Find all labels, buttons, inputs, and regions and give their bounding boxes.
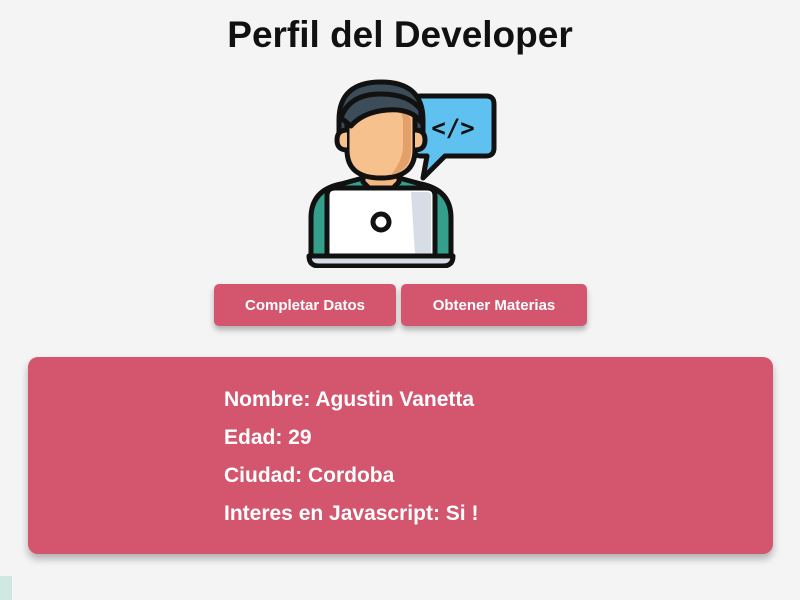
page-title: Perfil del Developer	[227, 14, 573, 55]
code-symbol: </>	[431, 114, 474, 142]
profile-info-card: Nombre: Agustin Vanetta Edad: 29 Ciudad:…	[28, 357, 773, 554]
action-buttons: Completar Datos Obtener Materias	[214, 284, 587, 326]
profile-city: Ciudad: Cordoba	[224, 464, 395, 487]
profile-name: Nombre: Agustin Vanetta	[224, 388, 475, 411]
profile-page: Perfil del Developer </> Completar Datos…	[0, 0, 800, 600]
complete-data-button[interactable]: Completar Datos	[214, 284, 396, 326]
developer-laptop-code-icon: </>	[306, 79, 497, 268]
profile-interest: Interes en Javascript: Si !	[224, 502, 479, 525]
profile-info-list: Nombre: Agustin Vanetta Edad: 29 Ciudad:…	[224, 385, 478, 537]
profile-age: Edad: 29	[224, 426, 312, 449]
corner-fragment	[0, 576, 12, 600]
get-subjects-button[interactable]: Obtener Materias	[401, 284, 587, 326]
